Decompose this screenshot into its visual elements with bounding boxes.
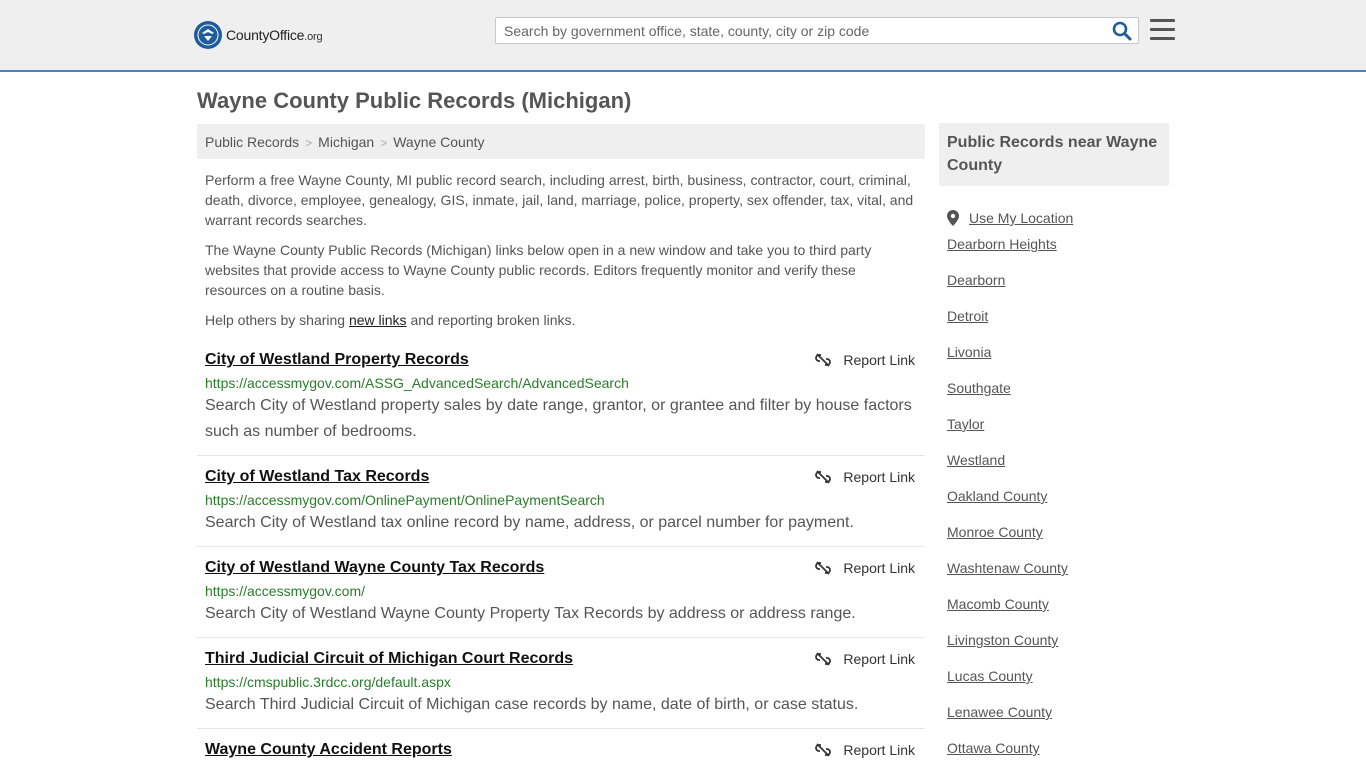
sidebar-item-southgate: Southgate: [939, 380, 1169, 416]
report-link-label: Report Link: [843, 469, 915, 485]
record-url[interactable]: https://cmspublic.3rdcc.org/default.aspx: [205, 673, 917, 691]
sidebar-link[interactable]: Dearborn Heights: [947, 236, 1057, 252]
breadcrumb-wayne-county[interactable]: Wayne County: [393, 134, 484, 150]
sidebar-link[interactable]: Macomb County: [947, 596, 1049, 612]
report-link-button[interactable]: Report Link: [815, 651, 915, 667]
record-title-link[interactable]: City of Westland Property Records: [205, 351, 469, 369]
sidebar-link[interactable]: Oakland County: [947, 488, 1047, 504]
report-link-label: Report Link: [843, 651, 915, 667]
broken-link-icon: [815, 652, 832, 666]
record-title-link[interactable]: Wayne County Accident Reports: [205, 741, 452, 759]
logo-seal-icon: [194, 21, 222, 49]
sidebar-item-detroit: Detroit: [939, 308, 1169, 344]
record-title-link[interactable]: City of Westland Tax Records: [205, 468, 429, 486]
sidebar-item-macomb-county: Macomb County: [939, 596, 1169, 632]
list-item: Wayne County Accident Reports Report Lin…: [197, 736, 925, 769]
list-item: City of Westland Tax Records Report Link…: [197, 463, 925, 547]
record-description: Search Third Judicial Circuit of Michiga…: [205, 696, 859, 713]
sidebar-item-lenawee-county: Lenawee County: [939, 704, 1169, 740]
record-description: Search City of Westland Wayne County Pro…: [205, 605, 856, 622]
sidebar: Public Records near Wayne County Use My …: [939, 123, 1169, 776]
broken-link-icon: [815, 470, 832, 484]
report-link-button[interactable]: Report Link: [815, 742, 915, 758]
sidebar-link[interactable]: Westland: [947, 452, 1005, 468]
search-box: [495, 17, 1139, 44]
report-link-label: Report Link: [843, 560, 915, 576]
sidebar-item-ottawa-county: Ottawa County: [939, 740, 1169, 776]
sidebar-link[interactable]: Monroe County: [947, 524, 1043, 540]
map-pin-icon: [947, 210, 959, 226]
record-url[interactable]: https://accessmygov.com/: [205, 582, 917, 600]
sidebar-item-dearborn: Dearborn: [939, 272, 1169, 308]
sidebar-item-lucas-county: Lucas County: [939, 668, 1169, 704]
search-button[interactable]: [1112, 21, 1132, 41]
sidebar-item-monroe-county: Monroe County: [939, 524, 1169, 560]
report-link-button[interactable]: Report Link: [815, 352, 915, 368]
broken-link-icon: [815, 743, 832, 757]
breadcrumb-michigan[interactable]: Michigan: [318, 134, 374, 150]
breadcrumb-separator-icon: >: [305, 136, 313, 150]
list-item: City of Westland Property Records Report…: [197, 346, 925, 456]
sidebar-item-oakland-county: Oakland County: [939, 488, 1169, 524]
sidebar-item-washtenaw-county: Washtenaw County: [939, 560, 1169, 596]
sidebar-link[interactable]: Southgate: [947, 380, 1011, 396]
page-title: Wayne County Public Records (Michigan): [197, 88, 632, 113]
intro-p3-after: and reporting broken links.: [406, 312, 576, 328]
nearby-list: Use My Location Dearborn Heights Dearbor…: [939, 200, 1169, 776]
logo-name: CountyOffice: [226, 27, 305, 43]
broken-link-icon: [815, 561, 832, 575]
list-item: Third Judicial Circuit of Michigan Court…: [197, 645, 925, 729]
intro-text: Perform a free Wayne County, MI public r…: [205, 170, 921, 340]
record-url[interactable]: https://accessmygov.com/OnlinePayment/On…: [205, 491, 917, 509]
sidebar-link[interactable]: Taylor: [947, 416, 984, 432]
broken-link-icon: [815, 353, 832, 367]
new-links-link[interactable]: new links: [349, 312, 407, 328]
search-icon: [1112, 21, 1132, 41]
record-description: Search City of Westland property sales b…: [205, 397, 912, 440]
sidebar-link[interactable]: Ottawa County: [947, 740, 1040, 756]
intro-paragraph-1: Perform a free Wayne County, MI public r…: [205, 172, 914, 228]
sidebar-link[interactable]: Livonia: [947, 344, 991, 360]
record-title-link[interactable]: Third Judicial Circuit of Michigan Court…: [205, 650, 573, 668]
intro-paragraph-2: The Wayne County Public Records (Michiga…: [205, 242, 872, 298]
report-link-button[interactable]: Report Link: [815, 560, 915, 576]
search-input[interactable]: [496, 18, 1094, 43]
records-list: City of Westland Property Records Report…: [197, 346, 925, 776]
report-link-button[interactable]: Report Link: [815, 469, 915, 485]
record-url[interactable]: https://accessmygov.com/ASSG_AdvancedSea…: [205, 374, 917, 392]
breadcrumb: Public Records > Michigan > Wayne County: [197, 124, 925, 159]
use-location-item: Use My Location: [939, 200, 1169, 236]
breadcrumb-separator-icon: >: [380, 136, 388, 150]
logo-suffix: .org: [304, 31, 323, 43]
sidebar-link[interactable]: Detroit: [947, 308, 988, 324]
sidebar-item-westland: Westland: [939, 452, 1169, 488]
sidebar-link[interactable]: Washtenaw County: [947, 560, 1068, 576]
logo-text: CountyOffice.org: [226, 27, 323, 43]
site-logo[interactable]: CountyOffice.org: [194, 20, 323, 50]
list-item: City of Westland Wayne County Tax Record…: [197, 554, 925, 638]
use-my-location-link[interactable]: Use My Location: [969, 210, 1073, 226]
intro-paragraph-3: Help others by sharing new links and rep…: [205, 310, 921, 330]
sidebar-link[interactable]: Livingston County: [947, 632, 1058, 648]
sidebar-item-taylor: Taylor: [939, 416, 1169, 452]
report-link-label: Report Link: [843, 352, 915, 368]
sidebar-link[interactable]: Lenawee County: [947, 704, 1052, 720]
sidebar-heading: Public Records near Wayne County: [939, 123, 1169, 186]
sidebar-item-livonia: Livonia: [939, 344, 1169, 380]
record-title-link[interactable]: City of Westland Wayne County Tax Record…: [205, 559, 544, 577]
breadcrumb-public-records[interactable]: Public Records: [205, 134, 299, 150]
sidebar-item-livingston-county: Livingston County: [939, 632, 1169, 668]
record-description: Search City of Westland tax online recor…: [205, 514, 854, 531]
intro-p3-before: Help others by sharing: [205, 312, 349, 328]
top-bar: CountyOffice.org: [0, 0, 1366, 72]
hamburger-menu-icon[interactable]: [1150, 19, 1175, 42]
sidebar-item-dearborn-heights: Dearborn Heights: [939, 236, 1169, 272]
sidebar-link[interactable]: Lucas County: [947, 668, 1033, 684]
report-link-label: Report Link: [843, 742, 915, 758]
sidebar-link[interactable]: Dearborn: [947, 272, 1005, 288]
